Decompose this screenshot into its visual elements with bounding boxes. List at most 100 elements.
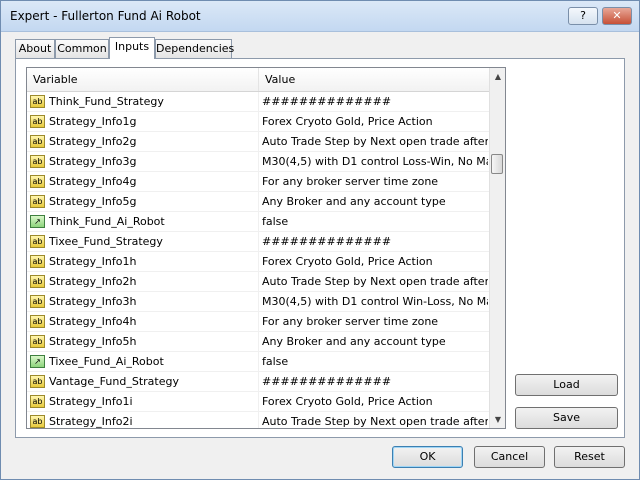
string-type-icon: ab [30,275,45,288]
value-cell[interactable]: Forex Cryoto Gold, Price Action [260,252,488,271]
value-cell[interactable]: Any Broker and any account type [260,192,488,211]
table-row[interactable]: ab Strategy_Info2i Auto Trade Step by Next… [27,412,489,428]
column-divider [258,372,259,391]
table-row[interactable]: ab Strategy_Info1g Forex Cryoto Gold, Pric… [27,112,489,132]
table-row[interactable]: ↗ Think_Fund_Ai_Robot false [27,212,489,232]
tab-dependencies[interactable]: Dependencies [155,39,234,58]
reset-button[interactable]: Reset [554,446,625,468]
value-cell[interactable]: ############## [260,92,488,111]
scroll-down-arrow-icon[interactable]: ▼ [490,411,505,428]
column-divider [258,132,259,151]
table-row[interactable]: ↗ Tixee_Fund_Ai_Robot false [27,352,489,372]
variable-name-cell: Strategy_Info1h [49,255,137,268]
column-divider [258,292,259,311]
column-header-value[interactable]: Value [259,68,489,91]
column-divider [258,232,259,251]
column-divider [258,412,259,428]
column-divider [258,272,259,291]
variable-name-cell: Tixee_Fund_Strategy [49,235,163,248]
string-type-icon: ab [30,295,45,308]
table-row[interactable]: ab Strategy_Info5h Any Broker and any acco… [27,332,489,352]
string-type-icon: ab [30,175,45,188]
variable-name-cell: Think_Fund_Strategy [49,95,164,108]
variable-name-cell: Strategy_Info5h [49,335,137,348]
table-row[interactable]: ab Vantage_Fund_Strategy ############## [27,372,489,392]
variable-name-cell: Strategy_Info5g [49,195,137,208]
table-row[interactable]: ab Strategy_Info4g For any broker server t… [27,172,489,192]
value-cell[interactable]: For any broker server time zone [260,312,488,331]
string-type-icon: ab [30,195,45,208]
column-divider [258,152,259,171]
value-cell[interactable]: M30(4,5) with D1 control Loss-Win, No Ma… [260,152,488,171]
value-cell[interactable]: Any Broker and any account type [260,332,488,351]
value-cell[interactable]: false [260,212,488,231]
string-type-icon: ab [30,115,45,128]
table-row[interactable]: ab Strategy_Info3h M30(4,5) with D1 contro… [27,292,489,312]
string-type-icon: ab [30,335,45,348]
expert-properties-dialog: Expert - Fullerton Fund Ai Robot ? ✕ Abo… [0,0,640,480]
string-type-icon: ab [30,395,45,408]
value-cell[interactable]: Auto Trade Step by Next open trade after… [260,272,488,291]
boolean-type-icon: ↗ [30,215,45,228]
value-cell[interactable]: false [260,352,488,371]
table-row[interactable]: ab Tixee_Fund_Strategy ############## [27,232,489,252]
table-row[interactable]: ab Strategy_Info3g M30(4,5) with D1 contro… [27,152,489,172]
grid-rows: ab Think_Fund_Strategy ############## ab Str… [27,92,489,428]
close-button[interactable]: ✕ [602,7,632,25]
cancel-button[interactable]: Cancel [474,446,545,468]
table-row[interactable]: ab Strategy_Info2g Auto Trade Step by Next… [27,132,489,152]
value-cell[interactable]: For any broker server time zone [260,172,488,191]
variable-name-cell: Tixee_Fund_Ai_Robot [49,355,164,368]
variable-name-cell: Strategy_Info3h [49,295,137,308]
column-header-variable[interactable]: Variable [27,68,259,91]
table-row[interactable]: ab Think_Fund_Strategy ############## [27,92,489,112]
value-cell[interactable]: Forex Cryoto Gold, Price Action [260,392,488,411]
tab-inputs[interactable]: Inputs [109,37,155,59]
value-cell[interactable]: ############## [260,232,488,251]
column-divider [258,392,259,411]
value-cell[interactable]: Auto Trade Step by Next open trade after… [260,412,488,428]
variable-name-cell: Strategy_Info2i [49,415,133,428]
tab-about[interactable]: About [15,39,55,58]
table-row[interactable]: ab Strategy_Info2h Auto Trade Step by Next… [27,272,489,292]
string-type-icon: ab [30,255,45,268]
variable-name-cell: Strategy_Info2g [49,135,137,148]
save-button[interactable]: Save [515,407,618,429]
value-cell[interactable]: M30(4,5) with D1 control Win-Loss, No Ma… [260,292,488,311]
variable-name-cell: Strategy_Info1g [49,115,137,128]
variable-name-cell: Strategy_Info4g [49,175,137,188]
column-divider [258,252,259,271]
ok-button[interactable]: OK [392,446,463,468]
scroll-up-arrow-icon[interactable]: ▲ [490,68,505,85]
value-cell[interactable]: Auto Trade Step by Next open trade after… [260,132,488,151]
title-bar: Expert - Fullerton Fund Ai Robot ? ✕ [1,1,639,32]
string-type-icon: ab [30,415,45,428]
vertical-scrollbar[interactable]: ▲ ▼ [489,68,505,428]
column-divider [258,172,259,191]
variable-name-cell: Vantage_Fund_Strategy [49,375,179,388]
table-row[interactable]: ab Strategy_Info1h Forex Cryoto Gold, Pric… [27,252,489,272]
string-type-icon: ab [30,95,45,108]
column-divider [258,192,259,211]
value-cell[interactable]: Forex Cryoto Gold, Price Action [260,112,488,131]
column-divider [258,212,259,231]
tab-common[interactable]: Common [55,39,109,58]
table-row[interactable]: ab Strategy_Info5g Any Broker and any acco… [27,192,489,212]
column-divider [258,352,259,371]
variable-name-cell: Strategy_Info2h [49,275,137,288]
variable-name-cell: Strategy_Info1i [49,395,133,408]
help-button[interactable]: ? [568,7,598,25]
load-button[interactable]: Load [515,374,618,396]
table-row[interactable]: ab Strategy_Info4h For any broker server t… [27,312,489,332]
boolean-type-icon: ↗ [30,355,45,368]
variable-name-cell: Think_Fund_Ai_Robot [49,215,165,228]
column-divider [258,112,259,131]
variable-name-cell: Strategy_Info4h [49,315,137,328]
table-row[interactable]: ab Strategy_Info1i Forex Cryoto Gold, Pric… [27,392,489,412]
value-cell[interactable]: ############## [260,372,488,391]
scroll-thumb[interactable] [491,154,503,174]
column-divider [258,312,259,331]
grid-header: Variable Value [27,68,489,92]
inputs-grid: Variable Value ab Think_Fund_Strategy ####… [26,67,506,429]
string-type-icon: ab [30,315,45,328]
